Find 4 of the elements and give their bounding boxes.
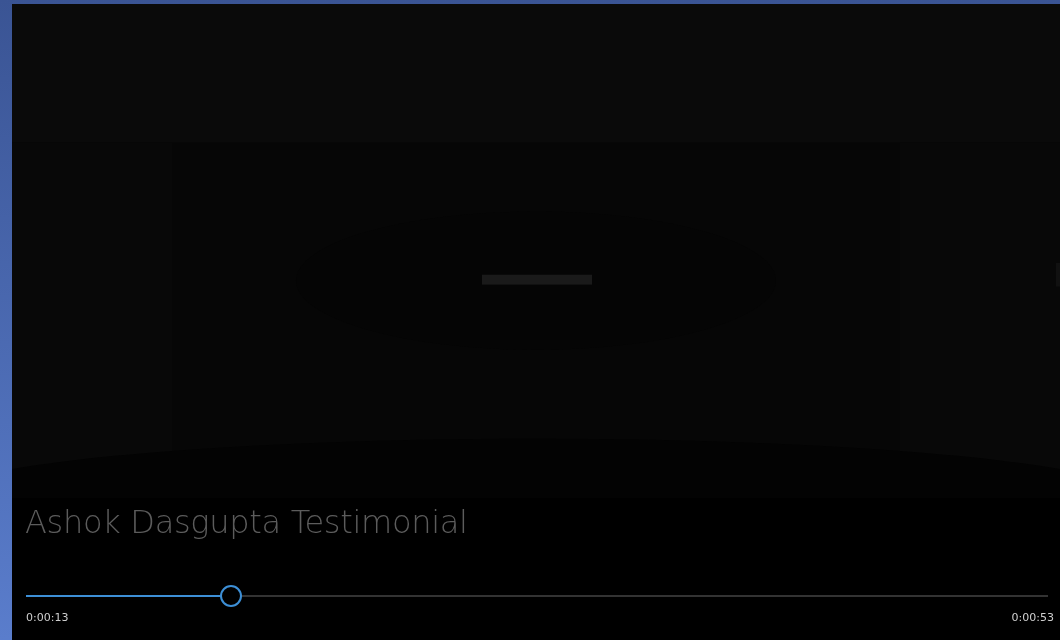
elapsed-time: 0:00:13 — [26, 611, 69, 624]
seek-thumb[interactable] — [219, 585, 242, 607]
total-duration: 0:00:53 — [1011, 611, 1054, 624]
video-title: Ashok Dasgupta Testimonial — [24, 502, 469, 543]
